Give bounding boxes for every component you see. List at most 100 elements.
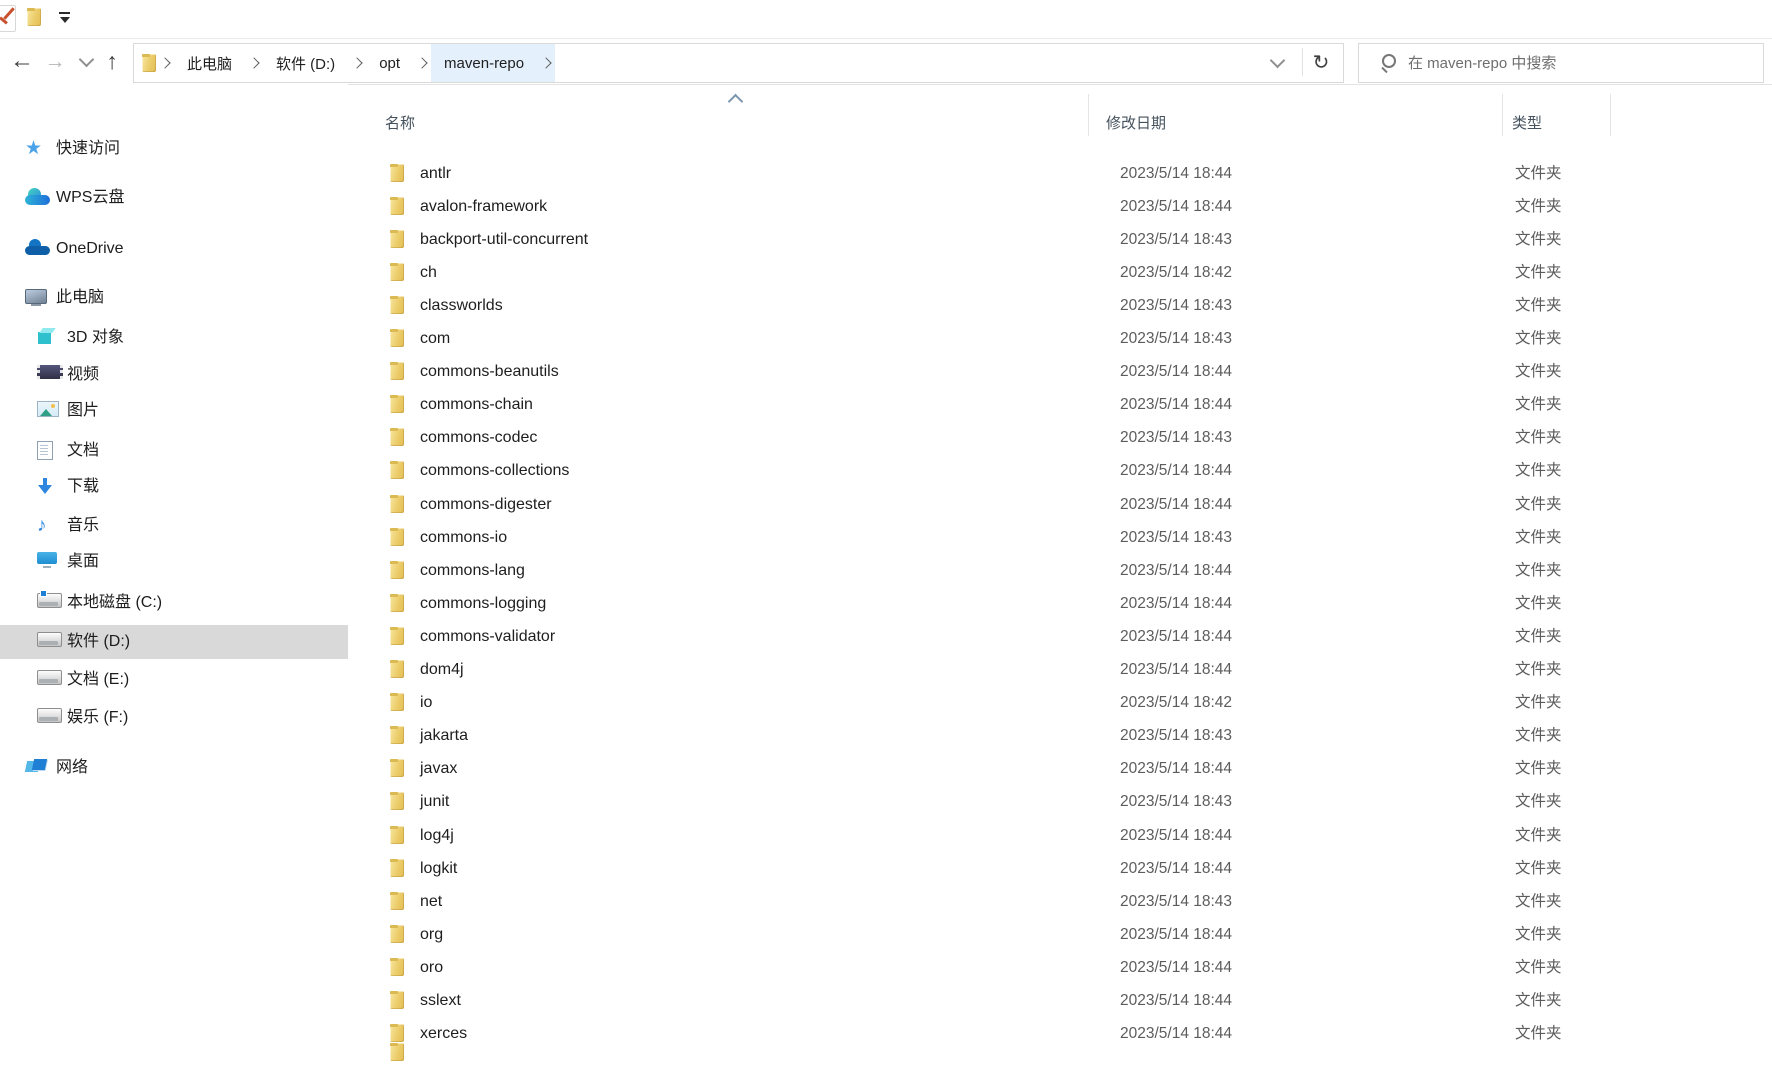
file-row[interactable]: commons-chain2023/5/14 18:44文件夹: [350, 388, 1772, 421]
file-row[interactable]: org2023/5/14 18:44文件夹: [350, 918, 1772, 951]
breadcrumb-chevron-icon[interactable]: [245, 44, 263, 82]
breadcrumb-chevron-icon[interactable]: [348, 44, 366, 82]
breadcrumb-chevron-icon[interactable]: [156, 44, 174, 82]
arrow-up-icon: ↑: [106, 50, 118, 73]
file-row[interactable]: antlr2023/5/14 18:44文件夹: [350, 157, 1772, 190]
search-box: [1358, 43, 1764, 83]
qat-check-icon[interactable]: [0, 5, 16, 32]
sidebar-item-0[interactable]: ★快速访问: [0, 132, 348, 166]
up-button[interactable]: ↑: [95, 42, 129, 80]
file-type: 文件夹: [1515, 355, 1562, 388]
sidebar-item-6[interactable]: 图片: [0, 394, 348, 428]
file-type: 文件夹: [1515, 488, 1562, 521]
file-row[interactable]: javax2023/5/14 18:44文件夹: [350, 752, 1772, 785]
file-name: classworlds: [420, 289, 503, 322]
file-row[interactable]: backport-util-concurrent2023/5/14 18:43文…: [350, 223, 1772, 256]
sidebar-item-7[interactable]: 文档: [0, 434, 348, 468]
sidebar-item-14[interactable]: 娱乐 (F:): [0, 701, 348, 735]
address-bar[interactable]: 此电脑 软件 (D:) opt maven-repo ↻: [133, 43, 1344, 83]
folder-icon: [390, 1043, 404, 1061]
folder-icon: [390, 495, 404, 513]
file-date-modified: 2023/5/14 18:43: [1120, 885, 1232, 918]
file-row[interactable]: commons-codec2023/5/14 18:43文件夹: [350, 421, 1772, 454]
sidebar-item-10[interactable]: 桌面: [0, 545, 348, 579]
folder-icon: [390, 395, 404, 413]
file-row[interactable]: commons-validator2023/5/14 18:44文件夹: [350, 620, 1772, 653]
folder-icon: [390, 627, 404, 645]
back-button[interactable]: ←: [5, 42, 39, 80]
breadcrumb-segment-this-pc[interactable]: 此电脑: [174, 44, 245, 82]
file-row[interactable]: commons-logging2023/5/14 18:44文件夹: [350, 587, 1772, 620]
file-date-modified: 2023/5/14 18:43: [1120, 322, 1232, 355]
folder-icon: [390, 296, 404, 314]
breadcrumb-segment-drive-d[interactable]: 软件 (D:): [263, 44, 348, 82]
file-row[interactable]: jakarta2023/5/14 18:43文件夹: [350, 719, 1772, 752]
file-row[interactable]: ch2023/5/14 18:42文件夹: [350, 256, 1772, 289]
column-header-name[interactable]: 名称: [385, 112, 415, 133]
breadcrumb-chevron-icon[interactable]: [537, 44, 555, 82]
file-row[interactable]: commons-lang2023/5/14 18:44文件夹: [350, 554, 1772, 587]
file-row[interactable]: net2023/5/14 18:43文件夹: [350, 885, 1772, 918]
sidebar-item-label: 桌面: [67, 545, 99, 579]
column-header-date-modified[interactable]: 修改日期: [1106, 112, 1166, 133]
sidebar-item-9[interactable]: ♪音乐: [0, 509, 348, 543]
file-row[interactable]: dom4j2023/5/14 18:44文件夹: [350, 653, 1772, 686]
qat-folder-icon[interactable]: [27, 8, 41, 26]
sidebar-item-8[interactable]: 下载: [0, 470, 348, 504]
breadcrumb-segment-maven-repo[interactable]: maven-repo: [431, 44, 537, 82]
file-row[interactable]: sslext2023/5/14 18:44文件夹: [350, 984, 1772, 1017]
refresh-button[interactable]: ↻: [1305, 44, 1337, 80]
file-row[interactable]: commons-beanutils2023/5/14 18:44文件夹: [350, 355, 1772, 388]
column-resize-handle[interactable]: [1088, 94, 1089, 136]
folder-icon: [390, 263, 404, 281]
file-name: sslext: [420, 984, 461, 1017]
sidebar-item-3[interactable]: 此电脑: [0, 281, 348, 315]
sidebar-item-label: 音乐: [67, 509, 99, 543]
file-date-modified: 2023/5/14 18:44: [1120, 355, 1232, 388]
sidebar-item-label: 软件 (D:): [67, 625, 130, 659]
forward-button[interactable]: →: [39, 42, 71, 80]
file-name: commons-lang: [420, 554, 525, 587]
file-name: ch: [420, 256, 437, 289]
file-row[interactable]: commons-collections2023/5/14 18:44文件夹: [350, 454, 1772, 487]
pictures-icon: [37, 401, 59, 417]
address-dropdown-button[interactable]: [1263, 44, 1291, 80]
file-row[interactable]: io2023/5/14 18:42文件夹: [350, 686, 1772, 719]
column-header-type[interactable]: 类型: [1512, 112, 1542, 133]
folder-icon: [390, 826, 404, 844]
search-input[interactable]: [1406, 54, 1763, 73]
refresh-icon: ↻: [1313, 50, 1330, 75]
file-row[interactable]: commons-digester2023/5/14 18:44文件夹: [350, 488, 1772, 521]
column-resize-handle[interactable]: [1502, 94, 1503, 136]
sidebar-item-2[interactable]: OneDrive: [0, 232, 348, 266]
file-row[interactable]: logkit2023/5/14 18:44文件夹: [350, 852, 1772, 885]
file-row[interactable]: log4j2023/5/14 18:44文件夹: [350, 819, 1772, 852]
documents-icon: [37, 441, 53, 460]
column-resize-handle[interactable]: [1610, 94, 1611, 136]
file-type: 文件夹: [1515, 852, 1562, 885]
sidebar-item-4[interactable]: 3D 对象: [0, 321, 348, 355]
file-row[interactable]: commons-io2023/5/14 18:43文件夹: [350, 521, 1772, 554]
file-name: commons-validator: [420, 620, 555, 653]
file-name: commons-collections: [420, 454, 569, 487]
file-row[interactable]: classworlds2023/5/14 18:43文件夹: [350, 289, 1772, 322]
breadcrumb-chevron-icon[interactable]: [413, 44, 431, 82]
breadcrumb-segment-opt[interactable]: opt: [366, 44, 413, 82]
qat-toolbar-dropdown-icon[interactable]: [58, 12, 72, 24]
sidebar-item-5[interactable]: 视频: [0, 358, 348, 392]
sidebar-item-1[interactable]: WPS云盘: [0, 181, 348, 215]
sidebar-item-11[interactable]: 本地磁盘 (C:): [0, 586, 348, 620]
file-row[interactable]: junit2023/5/14 18:43文件夹: [350, 785, 1772, 818]
file-row[interactable]: com2023/5/14 18:43文件夹: [350, 322, 1772, 355]
folder-icon: [390, 925, 404, 943]
file-name: dom4j: [420, 653, 464, 686]
sidebar-item-13[interactable]: 文档 (E:): [0, 663, 348, 697]
file-row[interactable]: avalon-framework2023/5/14 18:44文件夹: [350, 190, 1772, 223]
sidebar-item-15[interactable]: 网络: [0, 751, 348, 785]
sidebar-item-12[interactable]: 软件 (D:): [0, 625, 348, 659]
folder-icon: [390, 759, 404, 777]
file-date-modified: 2023/5/14 18:44: [1120, 620, 1232, 653]
file-row-partial[interactable]: [350, 1043, 1772, 1076]
file-row[interactable]: oro2023/5/14 18:44文件夹: [350, 951, 1772, 984]
file-date-modified: 2023/5/14 18:43: [1120, 521, 1232, 554]
